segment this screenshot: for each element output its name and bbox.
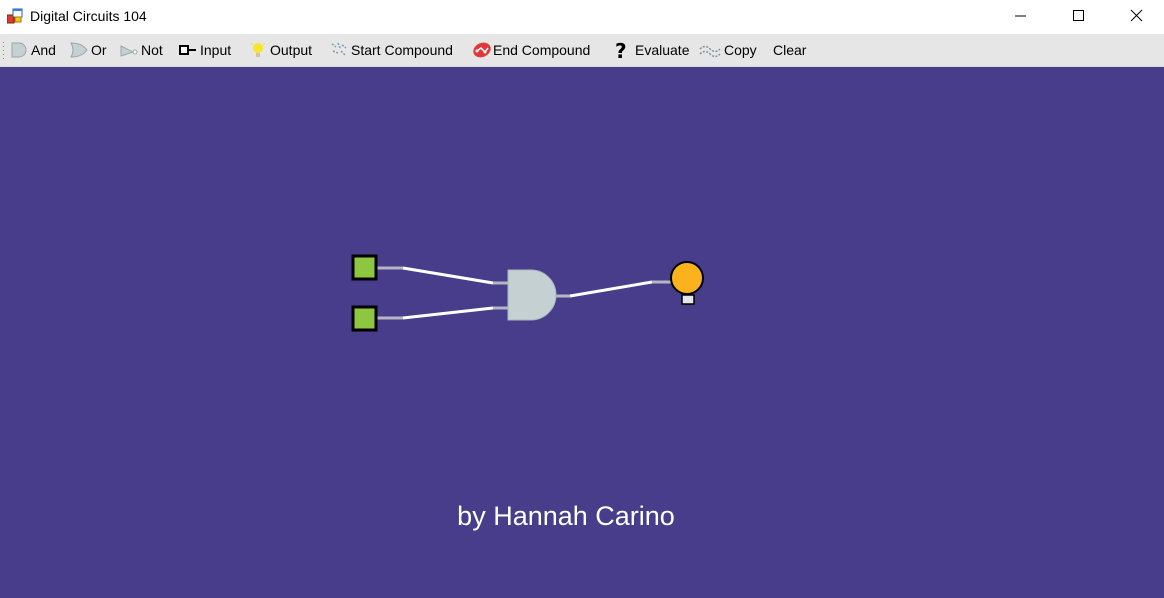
not-gate-icon (120, 41, 138, 59)
bulb-icon (249, 41, 267, 59)
output-label: Output (270, 42, 313, 58)
title-bar: Digital Circuits 104 (0, 0, 1164, 34)
input-switch-2[interactable] (351, 305, 378, 332)
app-window: Digital Circuits 104 And Or Not Input Ou… (0, 0, 1164, 598)
maximize-button[interactable] (1050, 0, 1108, 32)
and-gate[interactable] (507, 269, 557, 321)
clear-label: Clear (773, 42, 807, 58)
copy-button[interactable]: Copy (699, 38, 757, 62)
window-title: Digital Circuits 104 (30, 8, 147, 24)
or-gate-icon (70, 41, 88, 59)
minimize-button[interactable] (992, 0, 1050, 32)
author-credit: by Hannah Carino (457, 501, 675, 531)
close-button[interactable] (1108, 0, 1164, 32)
toolbar-grip-icon[interactable] (2, 41, 5, 59)
wire-input-2 (376, 306, 508, 320)
output-button[interactable]: Output (249, 38, 312, 62)
maximize-icon (1073, 10, 1084, 21)
toolbar: And Or Not Input Output Start Compound E… (0, 34, 1164, 67)
app-icon (6, 8, 23, 24)
copy-icon (699, 41, 721, 59)
output-bulb[interactable] (670, 261, 704, 305)
start-compound-label: Start Compound (351, 42, 453, 58)
or-button[interactable]: Or (70, 38, 107, 62)
wire-input-1 (376, 266, 508, 285)
svg-text:?: ? (615, 41, 627, 61)
and-button[interactable]: And (10, 38, 56, 62)
evaluate-label: Evaluate (635, 42, 690, 58)
input-label: Input (200, 42, 232, 58)
end-compound-icon (472, 41, 491, 59)
minimize-icon (1015, 15, 1026, 17)
circuit-canvas[interactable]: by Hannah Carino (0, 67, 1164, 598)
and-label: And (31, 42, 56, 58)
input-icon (179, 41, 197, 59)
end-compound-label: End Compound (493, 42, 591, 58)
close-icon (1130, 9, 1143, 22)
copy-label: Copy (724, 42, 757, 58)
clear-button[interactable]: Clear (773, 38, 806, 62)
input-switch-1[interactable] (351, 254, 378, 281)
start-compound-button[interactable]: Start Compound (330, 38, 453, 62)
evaluate-button[interactable]: ? Evaluate (612, 38, 689, 62)
not-button[interactable]: Not (120, 38, 163, 62)
start-compound-icon (330, 41, 348, 59)
end-compound-button[interactable]: End Compound (472, 38, 590, 62)
question-icon: ? (612, 41, 632, 61)
wire-output (556, 280, 672, 298)
not-label: Not (141, 42, 163, 58)
or-label: Or (91, 42, 107, 58)
and-gate-icon (10, 41, 28, 59)
input-button[interactable]: Input (179, 38, 231, 62)
